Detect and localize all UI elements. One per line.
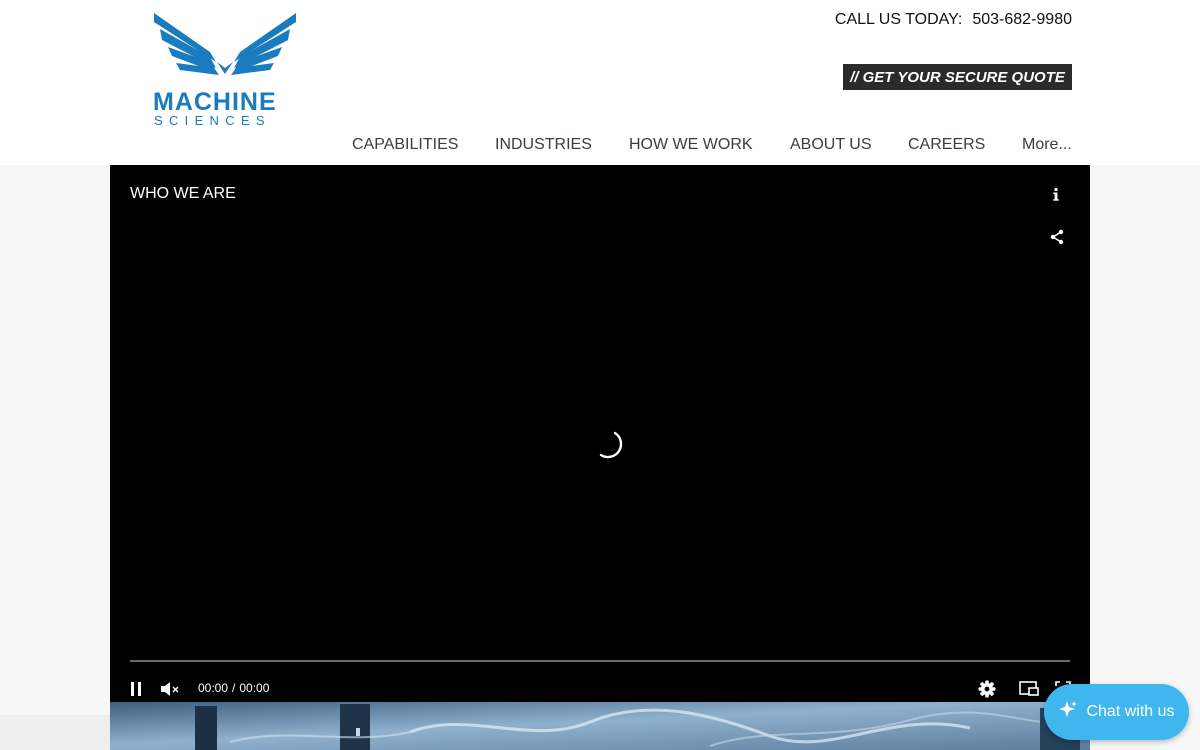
share-icon[interactable] xyxy=(1045,225,1069,249)
call-us-line: CALL US TODAY: 503-682-9980 xyxy=(835,11,1072,29)
settings-icon[interactable] xyxy=(975,677,999,701)
page-background-left xyxy=(0,165,110,715)
logo-wordmark: MACHINE xyxy=(153,88,277,116)
wings-graphic xyxy=(154,13,296,75)
video-progress-bar[interactable] xyxy=(130,660,1070,662)
secure-quote-button[interactable]: // GET YOUR SECURE QUOTE xyxy=(843,64,1072,90)
video-title: WHO WE ARE xyxy=(130,185,236,202)
nav-capabilities[interactable]: CAPABILITIES xyxy=(352,136,458,154)
video-player[interactable]: WHO WE ARE 00:00 / 00:00 xyxy=(110,165,1090,702)
current-time: 00:00 xyxy=(198,681,229,695)
site-header: MACHINE SCIENCES CALL US TODAY: 503-682-9… xyxy=(0,0,1200,165)
nav-about-us[interactable]: ABOUT US xyxy=(790,136,872,154)
info-icon[interactable] xyxy=(1044,183,1068,207)
page-background-right xyxy=(1090,165,1200,750)
nav-how-we-work[interactable]: HOW WE WORK xyxy=(629,136,753,154)
picture-in-picture-icon[interactable] xyxy=(1017,677,1041,701)
pause-icon[interactable] xyxy=(124,677,148,701)
nav-careers[interactable]: CAREERS xyxy=(908,136,985,154)
time-separator: / xyxy=(232,681,236,695)
chat-with-us-button[interactable]: Chat with us xyxy=(1044,684,1189,740)
hero-image-strip xyxy=(110,702,1090,750)
sparkle-icon xyxy=(1058,700,1078,725)
video-time-display: 00:00/00:00 xyxy=(198,681,269,695)
call-label: CALL US TODAY: xyxy=(834,11,963,28)
nav-industries[interactable]: INDUSTRIES xyxy=(495,136,592,154)
page-background-strip xyxy=(0,715,110,750)
chat-label: Chat with us xyxy=(1086,703,1175,720)
duration: 00:00 xyxy=(239,681,270,695)
mute-icon[interactable] xyxy=(158,677,182,701)
logo-subtitle: SCIENCES xyxy=(154,113,271,128)
nav-more[interactable]: More... xyxy=(1022,136,1072,154)
phone-number[interactable]: 503-682-9980 xyxy=(972,11,1072,28)
machining-photo xyxy=(110,702,1090,750)
loading-spinner-icon xyxy=(593,427,629,463)
